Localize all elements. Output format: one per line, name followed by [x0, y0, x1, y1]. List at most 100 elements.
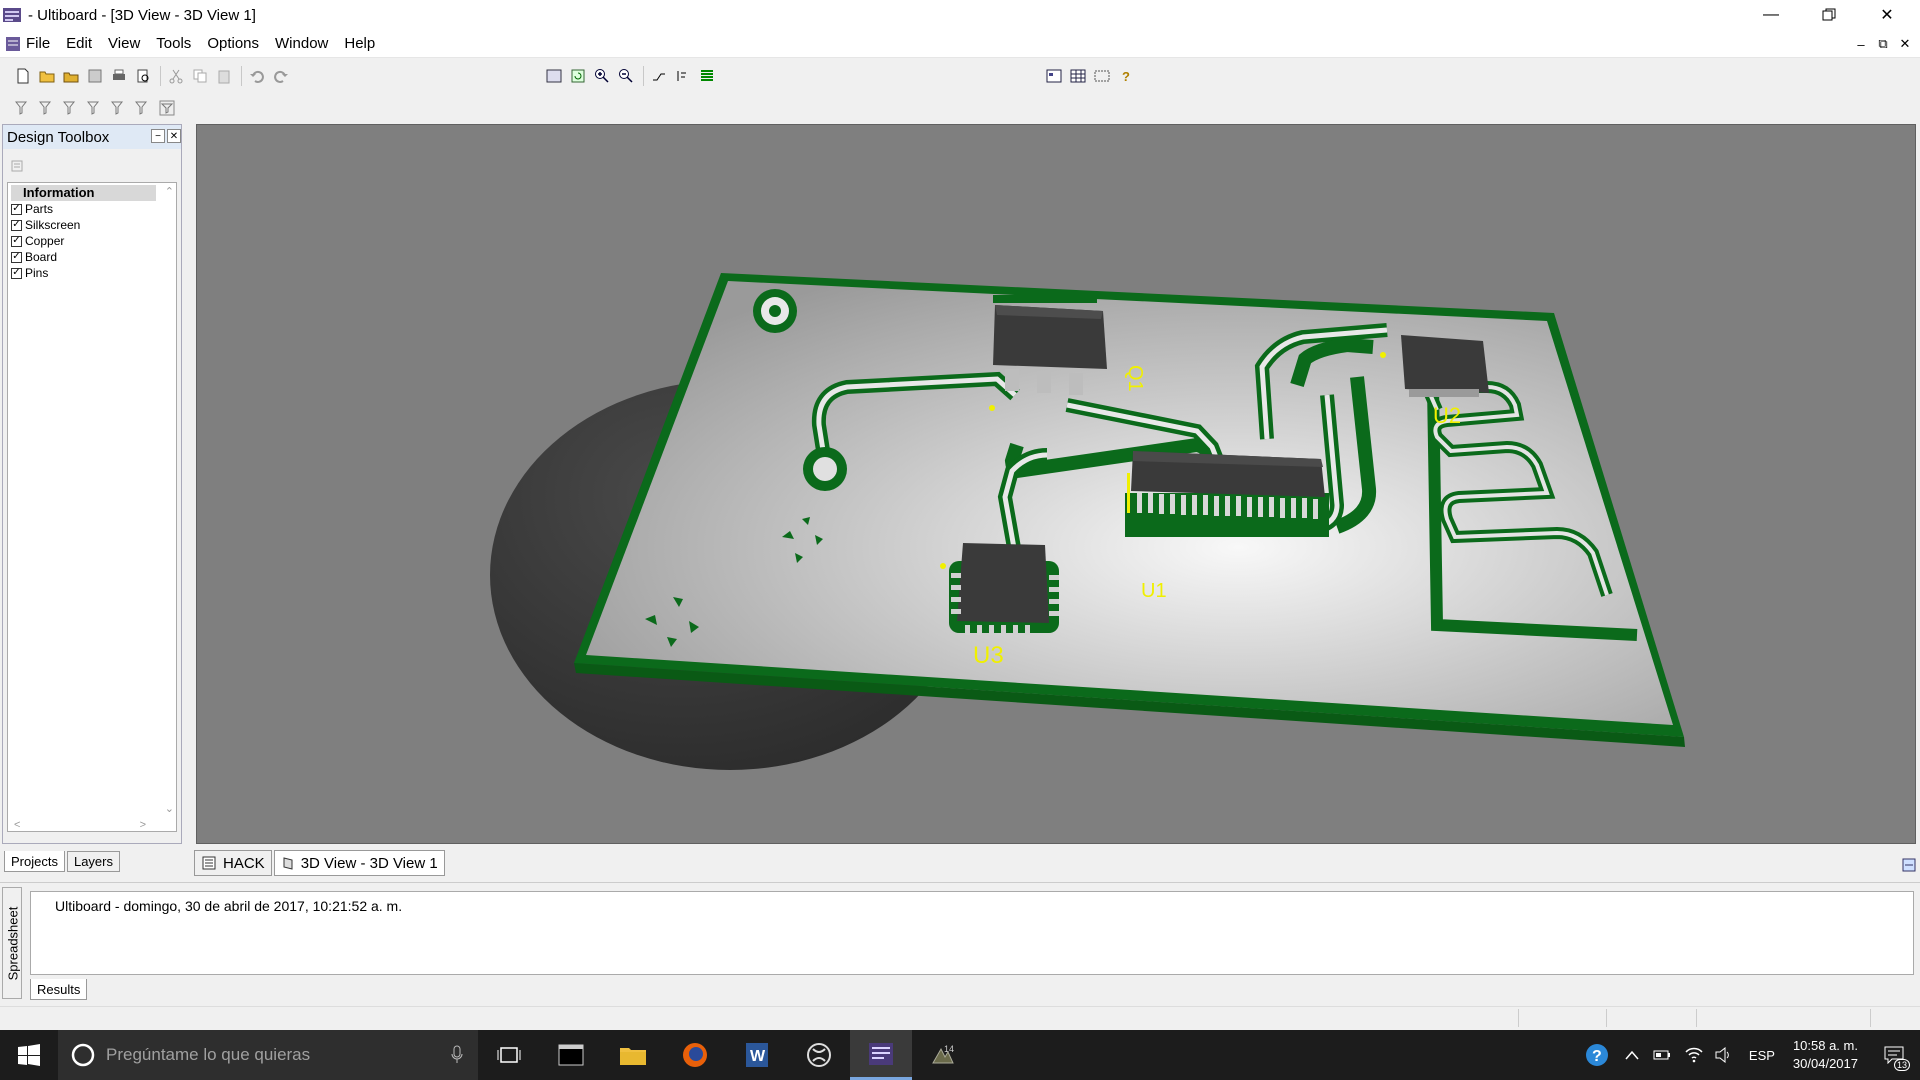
filter-text-icon[interactable]	[132, 97, 154, 119]
tab-3d-view[interactable]: 3D View - 3D View 1	[273, 850, 445, 876]
menu-options[interactable]: Options	[199, 35, 267, 52]
checkbox-checked-icon[interactable]: ✓	[11, 267, 22, 279]
doc-close-button[interactable]: ✕	[1896, 35, 1914, 53]
file-explorer-icon[interactable]	[602, 1030, 664, 1080]
tree-item-pins[interactable]: ✓ Pins	[8, 265, 176, 281]
panel-close-icon[interactable]: ✕	[167, 129, 181, 143]
start-button[interactable]	[0, 1030, 58, 1080]
media-app-icon[interactable]	[788, 1030, 850, 1080]
zoom-out-icon[interactable]	[615, 65, 637, 87]
scroll-up-icon[interactable]: ⌃	[165, 185, 174, 198]
zoom-in-icon[interactable]	[591, 65, 613, 87]
filter-traces-icon[interactable]	[36, 97, 58, 119]
wifi-icon[interactable]	[1685, 1047, 1703, 1063]
grid-view-icon[interactable]	[1067, 65, 1089, 87]
menu-tools[interactable]: Tools	[148, 35, 199, 52]
cortana-search-box[interactable]: Pregúntame lo que quieras	[58, 1030, 478, 1080]
tree-item-label: Parts	[25, 202, 54, 216]
design-toolbox-panel: Design Toolbox − ✕ Information ✓ Parts ✓ S…	[2, 124, 182, 844]
print-preview-icon[interactable]	[132, 65, 154, 87]
help-icon[interactable]: ?	[1115, 65, 1137, 87]
toolbox-options-icon[interactable]	[11, 159, 25, 173]
window-layout-icon[interactable]	[1043, 65, 1065, 87]
search-placeholder: Pregúntame lo que quieras	[106, 1045, 311, 1064]
spreadsheet-side-label[interactable]: Spreadsheet	[2, 887, 22, 999]
filter-parts-icon[interactable]	[12, 97, 34, 119]
filter-toolbar	[12, 94, 180, 122]
checkbox-checked-icon[interactable]: ✓	[11, 235, 22, 247]
filter-vias-icon[interactable]	[84, 97, 106, 119]
flip-icon[interactable]	[672, 65, 694, 87]
clock[interactable]: 10:58 a. m. 30/04/2017	[1793, 1037, 1858, 1073]
redraw-icon[interactable]	[567, 65, 589, 87]
battery-icon[interactable]	[1653, 1049, 1671, 1061]
scroll-down-icon[interactable]: ⌄	[165, 802, 174, 815]
doc-minimize-button[interactable]: –	[1852, 35, 1870, 53]
spreadsheet-label: Spreadsheet	[5, 906, 21, 981]
filter-all-icon[interactable]	[156, 97, 178, 119]
menu-help[interactable]: Help	[336, 35, 383, 52]
paste-icon[interactable]	[213, 65, 235, 87]
filter-copper-icon[interactable]	[60, 97, 82, 119]
scroll-left-icon[interactable]: <	[14, 819, 20, 831]
tree-group-information[interactable]: Information	[11, 185, 156, 201]
design-toolbox-title: Design Toolbox	[7, 128, 110, 146]
tree-item-parts[interactable]: ✓ Parts	[8, 201, 176, 217]
print-icon[interactable]	[108, 65, 130, 87]
menu-bar: File Edit View Tools Options Window Help…	[0, 30, 1920, 58]
checkbox-checked-icon[interactable]: ✓	[11, 219, 22, 231]
tab-projects[interactable]: Projects	[4, 851, 65, 872]
firefox-icon[interactable]	[664, 1030, 726, 1080]
word-icon[interactable]: W	[726, 1030, 788, 1080]
tab-list-icon[interactable]	[1902, 858, 1916, 872]
copy-icon[interactable]	[189, 65, 211, 87]
chevron-up-icon[interactable]	[1625, 1050, 1639, 1060]
checkbox-checked-icon[interactable]: ✓	[11, 251, 22, 263]
menu-file[interactable]: File	[22, 35, 58, 52]
scroll-right-icon[interactable]: >	[140, 819, 146, 831]
tree-item-copper[interactable]: ✓ Copper	[8, 233, 176, 249]
undo-icon[interactable]	[246, 65, 268, 87]
minimize-button[interactable]: —	[1742, 0, 1800, 30]
layers-icon[interactable]	[696, 65, 718, 87]
volume-icon[interactable]	[1715, 1047, 1733, 1063]
tree-item-label: Board	[25, 250, 58, 264]
multisim-taskbar-icon[interactable]: 14	[912, 1030, 974, 1080]
svg-text:W: W	[750, 1048, 766, 1065]
action-center-icon[interactable]: 13	[1872, 1030, 1916, 1080]
new-file-icon[interactable]	[12, 65, 34, 87]
clock-date: 30/04/2017	[1792, 1056, 1858, 1071]
menu-window[interactable]: Window	[267, 35, 336, 52]
tree-item-silkscreen[interactable]: ✓ Silkscreen	[8, 217, 176, 233]
tab-hack[interactable]: HACK	[194, 850, 272, 876]
fullscreen-icon[interactable]	[1091, 65, 1113, 87]
tab-layers[interactable]: Layers	[66, 851, 120, 872]
open-folder-icon[interactable]	[36, 65, 58, 87]
save-icon[interactable]	[84, 65, 106, 87]
open-recent-icon[interactable]	[60, 65, 82, 87]
tab-results[interactable]: Results	[30, 979, 88, 1000]
command-prompt-icon[interactable]	[540, 1030, 602, 1080]
help-tray-icon[interactable]: ?	[1585, 1043, 1609, 1067]
route-icon[interactable]	[648, 65, 670, 87]
close-button[interactable]: ✕	[1858, 0, 1916, 30]
view-icon[interactable]	[543, 65, 565, 87]
pin-icon[interactable]: −	[151, 129, 165, 143]
menu-edit[interactable]: Edit	[58, 35, 100, 52]
filter-pins-icon[interactable]	[108, 97, 130, 119]
cut-icon[interactable]	[165, 65, 187, 87]
microphone-icon[interactable]	[450, 1045, 464, 1065]
restore-button[interactable]	[1800, 0, 1858, 30]
checkbox-checked-icon[interactable]: ✓	[11, 203, 22, 215]
windows-logo-icon	[18, 1044, 40, 1066]
pcb-3d-render[interactable]: Q1 U2 U1 U3	[197, 125, 1916, 844]
tree-item-board[interactable]: ✓ Board	[8, 249, 176, 265]
task-view-icon[interactable]	[478, 1030, 540, 1080]
doc-restore-button[interactable]: ⧉	[1874, 35, 1892, 53]
language-indicator[interactable]: ESP	[1749, 1048, 1775, 1063]
ultiboard-taskbar-icon[interactable]	[850, 1030, 912, 1080]
redo-icon[interactable]	[270, 65, 292, 87]
menu-view[interactable]: View	[100, 35, 148, 52]
3d-view-canvas[interactable]: Q1 U2 U1 U3	[196, 124, 1916, 844]
component-u1[interactable]	[1125, 451, 1329, 537]
